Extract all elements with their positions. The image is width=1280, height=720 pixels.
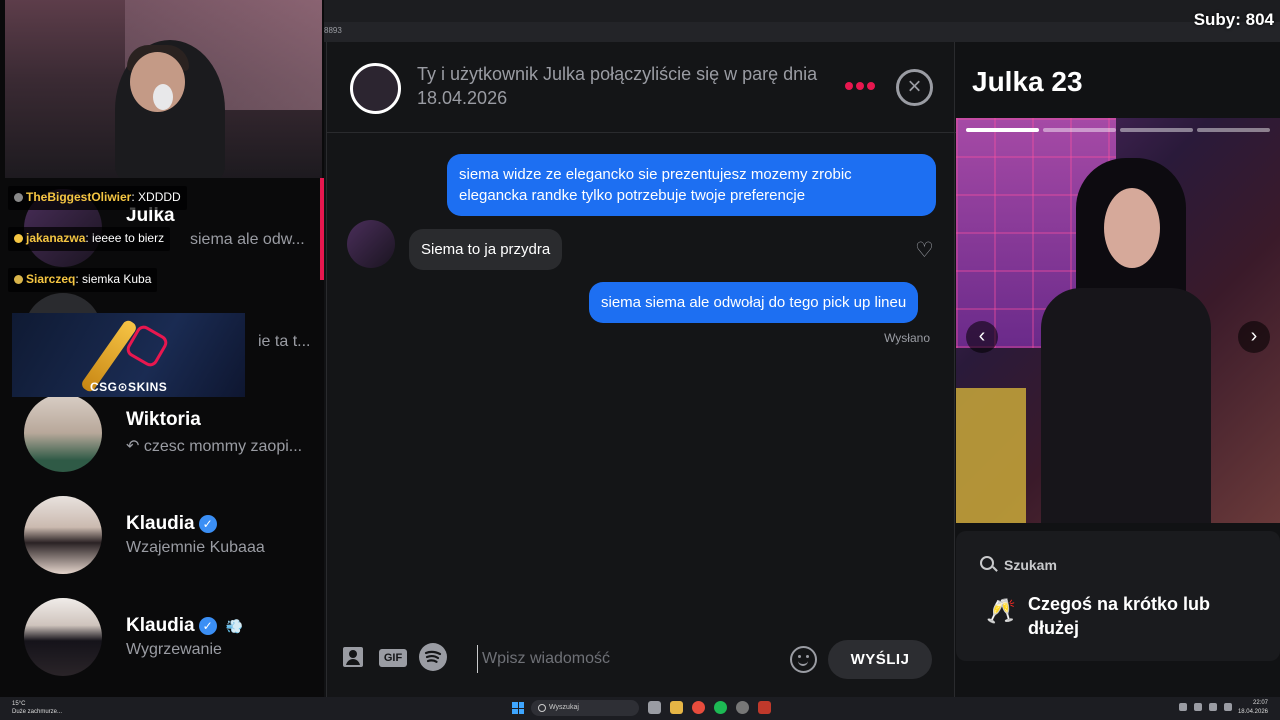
weather-widget[interactable]: 15°C Duże zachmurze... (12, 700, 62, 716)
browser-chrome: 8893 ◉ ⌕ ▭ ⇪ ☆ ▣ (322, 0, 1280, 61)
screen: 8893 ◉ ⌕ ▭ ⇪ ☆ ▣ Suby: 804 Julka siema a… (0, 0, 1280, 720)
match-name: Wiktoria (126, 409, 201, 430)
search-icon (980, 556, 994, 570)
close-conversation-button[interactable]: × (896, 69, 933, 106)
photo-person-body (1041, 288, 1211, 523)
dash-emoji-icon: 💨 (225, 618, 244, 634)
file-explorer-icon[interactable] (670, 701, 683, 714)
stream-chat-line: jakanazwa: ieeee to bierz (8, 227, 171, 251)
heart-icon[interactable]: ♡ (915, 238, 934, 263)
clock-time: 22:07 (1252, 700, 1268, 706)
crown-badge-icon (14, 234, 23, 243)
taskbar-search[interactable]: Wyszukaj (531, 700, 639, 716)
message-bubble-sent: siema siema ale odwołaj do tego pick up … (589, 282, 919, 323)
seeking-value: Czegoś na krótko lub dłużej (1028, 594, 1211, 638)
profile-panel: Julka 23 ‹ › Szukam 🥂 Czegoś na krótko l… (956, 42, 1280, 697)
spotify-icon[interactable] (419, 643, 447, 671)
sender-avatar[interactable] (347, 220, 395, 268)
address-bar-text: 8893 (324, 26, 342, 35)
taskbar-apps (648, 701, 771, 714)
match-info-text: Ty i użytkownik Julka połączyliście się … (417, 64, 818, 108)
speaker-icon[interactable] (1209, 703, 1217, 711)
avatar (24, 394, 102, 472)
chat-text: : XDDDD (131, 190, 181, 204)
message-status: Wysłano (884, 331, 930, 345)
match-avatar[interactable] (350, 63, 401, 114)
photo-person-face (1104, 188, 1160, 268)
avatar (24, 496, 102, 574)
match-preview: ↶ czesc mommy zaopi... (126, 438, 303, 455)
spotify-taskbar-icon[interactable] (714, 701, 727, 714)
match-name: Klaudia ✓ (126, 513, 217, 535)
emoji-icon[interactable] (790, 646, 817, 673)
message-bubble-received: Siema to ja przydra (409, 229, 563, 270)
profile-photo[interactable]: ‹ › (956, 118, 1280, 523)
photo-floor (956, 388, 1026, 523)
chat-username: Siarczeq (26, 272, 76, 286)
shield-app-icon[interactable] (758, 701, 771, 714)
match-preview: Wygrzewanie (126, 641, 222, 658)
windows-taskbar: 15°C Duże zachmurze... Wyszukaj 22:07 18… (0, 697, 1280, 720)
chat-badge-icon (14, 275, 23, 284)
match-item-klaudia-2[interactable]: Klaudia ✓ 💨 Wygrzewanie (0, 588, 324, 688)
battery-icon[interactable] (1224, 703, 1232, 711)
seeking-label: Szukam (1004, 557, 1057, 573)
chevron-up-icon[interactable] (1179, 703, 1187, 711)
match-item-klaudia[interactable]: Klaudia ✓ Wzajemnie Kubaaa (0, 486, 324, 586)
gif-button[interactable]: GIF (379, 649, 407, 667)
wifi-icon[interactable] (1194, 703, 1202, 711)
conversation-header: Ty i użytkownik Julka połączyliście się … (327, 42, 956, 133)
selected-indicator (320, 178, 324, 280)
steam-icon[interactable] (736, 701, 749, 714)
avatar (24, 598, 102, 676)
send-button[interactable]: WYŚLIJ (828, 640, 932, 679)
clock-date: 18.04.2026 (1237, 709, 1268, 715)
system-tray (1179, 703, 1232, 711)
chat-text: : siemka Kuba (75, 272, 152, 286)
message-input[interactable] (477, 645, 777, 673)
sub-counter: Suby: 804 (1193, 10, 1274, 29)
streamer-webcam (5, 0, 322, 178)
contact-card-icon[interactable] (341, 645, 365, 669)
match-item-wiktoria[interactable]: Wiktoria ↶ czesc mommy zaopi... (0, 384, 324, 484)
verified-badge-icon: ✓ (198, 617, 217, 635)
chat-badge-icon (14, 193, 23, 202)
message-composer: GIF WYŚLIJ (327, 627, 956, 697)
task-view-icon[interactable] (648, 701, 661, 714)
stream-chat-line: Siarczeq: siemka Kuba (8, 268, 158, 292)
photo-progress-bars (966, 128, 1270, 132)
conversation-pane: Ty i użytkownik Julka połączyliście się … (326, 42, 956, 697)
headphones-icon (153, 84, 173, 110)
seeking-card: Szukam 🥂 Czegoś na krótko lub dłużej (956, 531, 1280, 661)
verified-badge-icon: ✓ (198, 515, 217, 533)
more-options-icon[interactable] (845, 82, 875, 90)
next-photo-button[interactable]: › (1238, 321, 1270, 353)
match-preview: Wzajemnie Kubaaa (126, 539, 265, 556)
champagne-icon: 🥂 (986, 598, 1016, 625)
stream-chat-line: TheBiggestOliwier: XDDDD (8, 186, 187, 210)
match-name-text: Klaudia (126, 513, 195, 534)
chrome-icon[interactable] (692, 701, 705, 714)
chat-username: TheBiggestOliwier (26, 190, 132, 204)
profile-name-age: Julka 23 (972, 66, 1083, 97)
match-name-text: Klaudia (126, 615, 195, 636)
match-name: Klaudia ✓ 💨 (126, 615, 243, 637)
address-bar[interactable]: 8893 ◉ ⌕ ▭ ⇪ ☆ ▣ (322, 22, 1280, 61)
previous-photo-button[interactable]: ‹ (966, 321, 998, 353)
chat-text: : ieeee to bierz (85, 231, 165, 245)
weather-temp: 15°C (12, 701, 26, 707)
chat-username: jakanazwa (26, 231, 86, 245)
windows-start-icon[interactable] (512, 702, 524, 714)
taskbar-clock[interactable]: 22:07 18.04.2026 (1238, 699, 1268, 717)
match-preview: ie ta t... (258, 333, 311, 350)
match-preview: siema ale odw... (190, 231, 305, 248)
ad-brand: CSG⊙SKINS (90, 380, 168, 394)
message-bubble-sent: siema widze ze elegancko sie prezentujes… (447, 154, 936, 216)
weather-desc: Duże zachmurze... (12, 709, 63, 715)
sponsor-ad: CSG⊙SKINS (12, 313, 245, 397)
